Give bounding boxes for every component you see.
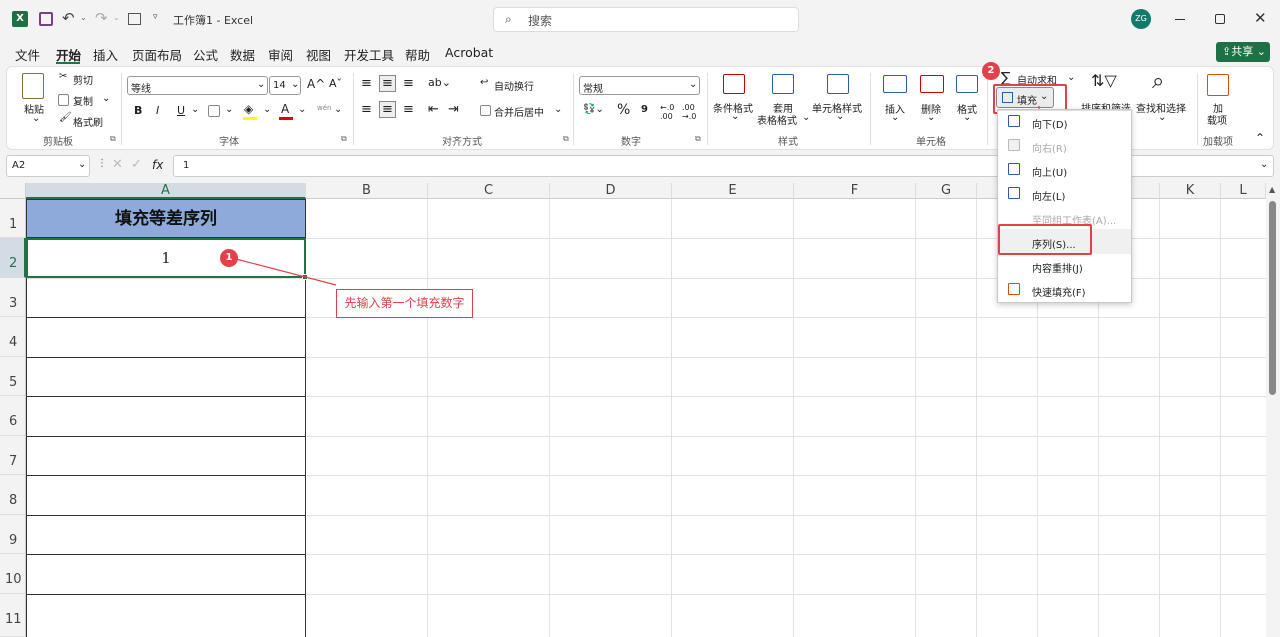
step-badge-1: 1 [220,249,238,267]
flash-fill-icon [1008,283,1020,295]
fill-up-icon [1008,163,1020,175]
annotation-connector [235,106,1044,286]
annotation-callout-text: 先输入第一个填充数字 [344,296,465,310]
menu-item-flash-fill[interactable]: 快速填充(F) [1032,284,1086,299]
fill-menu-top-rule [998,110,1133,111]
fill-down-icon [1008,115,1020,127]
menu-item-fill-down[interactable]: 向下(D) [1032,116,1068,131]
menu-item-fill-up[interactable]: 向上(U) [1032,164,1067,179]
annotation-callout: 先输入第一个填充数字 [336,289,473,318]
step-badge-2: 2 [982,62,1000,80]
fill-left-icon [1008,187,1020,199]
menu-item-fill-right[interactable]: 向右(R) [1032,140,1067,155]
series-highlight [998,224,1092,255]
fill-right-icon [1008,139,1020,151]
menu-item-justify[interactable]: 内容重排(J) [1032,260,1083,275]
menu-item-fill-left[interactable]: 向左(L) [1032,188,1065,203]
